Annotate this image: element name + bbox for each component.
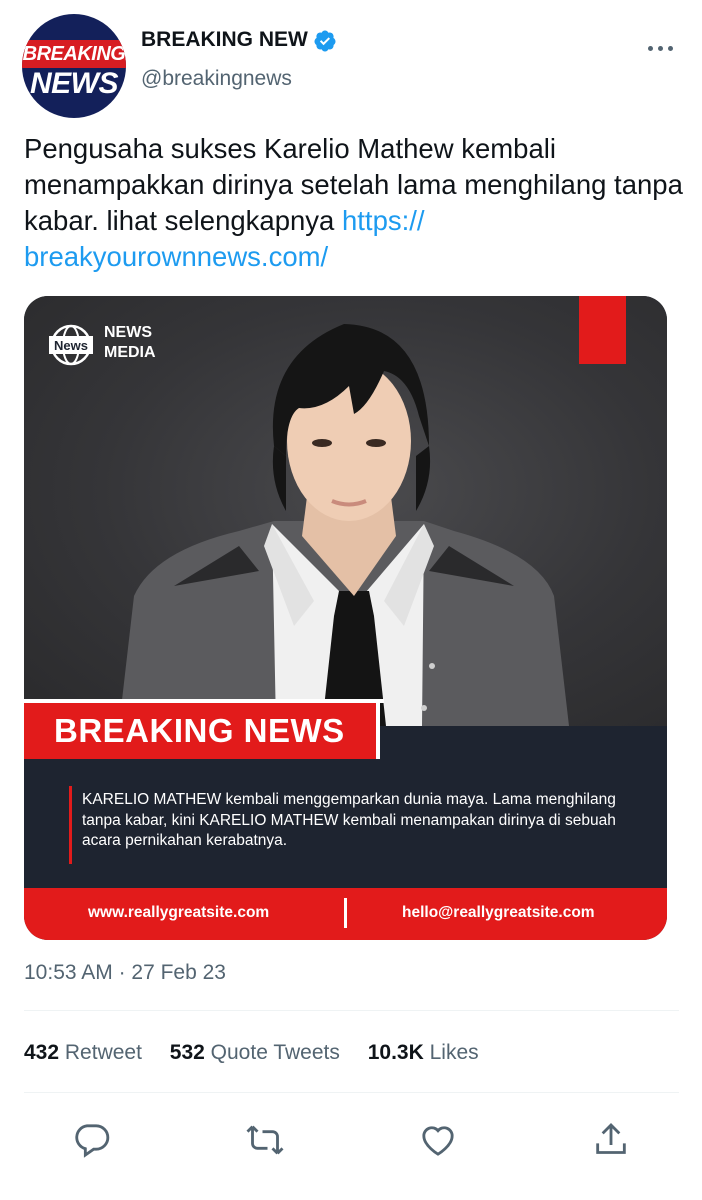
like-icon[interactable] (418, 1120, 458, 1160)
tweet-date: 27 Feb 23 (131, 961, 226, 984)
like-count: 10.3K (367, 1041, 424, 1064)
breaking-news-bar: BREAKING NEWS (24, 703, 380, 759)
logo-badge-text: News (54, 338, 88, 353)
decorative-red-block (579, 296, 626, 364)
quote-stat[interactable]: 532 Quote Tweets (170, 1041, 340, 1064)
more-options-icon[interactable] (646, 38, 676, 58)
news-media-logo-text: NEWS MEDIA (104, 323, 156, 363)
retweet-label: Retweet (64, 1041, 142, 1064)
tweet-timestamp[interactable]: 10:53 AM · 27 Feb 23 (24, 961, 226, 985)
retweet-stat[interactable]: 432 Retweet (24, 1041, 142, 1064)
reply-icon[interactable] (72, 1120, 112, 1160)
logo-line-news: NEWS (104, 324, 152, 341)
quote-count: 532 (169, 1041, 205, 1064)
globe-news-icon: News (49, 324, 93, 366)
tweet-media-image[interactable]: News NEWS MEDIA BREAKING NEWS KARELIO MA… (24, 296, 667, 940)
quote-label: Quote Tweets (210, 1041, 340, 1064)
like-stat[interactable]: 10.3K Likes (368, 1041, 479, 1064)
account-name[interactable]: BREAKING NEW (141, 28, 308, 52)
share-icon[interactable] (591, 1120, 631, 1160)
footer-email: hello@reallygreatsite.com (402, 904, 595, 921)
footer-divider (344, 898, 347, 928)
contact-footer: www.reallygreatsite.com hello@reallygrea… (24, 888, 667, 940)
engagement-stats: 432 Retweet 532 Quote Tweets 10.3K Likes (24, 1041, 479, 1065)
tweet-time: 10:53 AM (24, 961, 113, 984)
avatar-text-breaking: BREAKING (22, 40, 126, 68)
account-avatar[interactable]: BREAKING NEWS (22, 14, 126, 118)
like-label: Likes (429, 1041, 479, 1064)
retweet-count: 432 (24, 1041, 60, 1064)
breaking-news-headline: BREAKING NEWS (54, 712, 345, 749)
tweet-text: Pengusaha sukses Karelio Mathew kembali … (24, 131, 684, 275)
description-rule (69, 786, 72, 864)
footer-website: www.reallygreatsite.com (88, 904, 270, 921)
timestamp-separator: · (112, 961, 132, 984)
logo-line-media: MEDIA (104, 344, 156, 361)
avatar-text-news: NEWS (30, 67, 119, 100)
account-handle[interactable]: @breakingnews (141, 67, 292, 91)
divider (24, 1092, 679, 1093)
divider (24, 1010, 679, 1011)
retweet-icon[interactable] (245, 1120, 285, 1160)
news-description: KARELIO MATHEW kembali menggemparkan dun… (82, 791, 616, 849)
verified-badge-icon (314, 30, 336, 52)
